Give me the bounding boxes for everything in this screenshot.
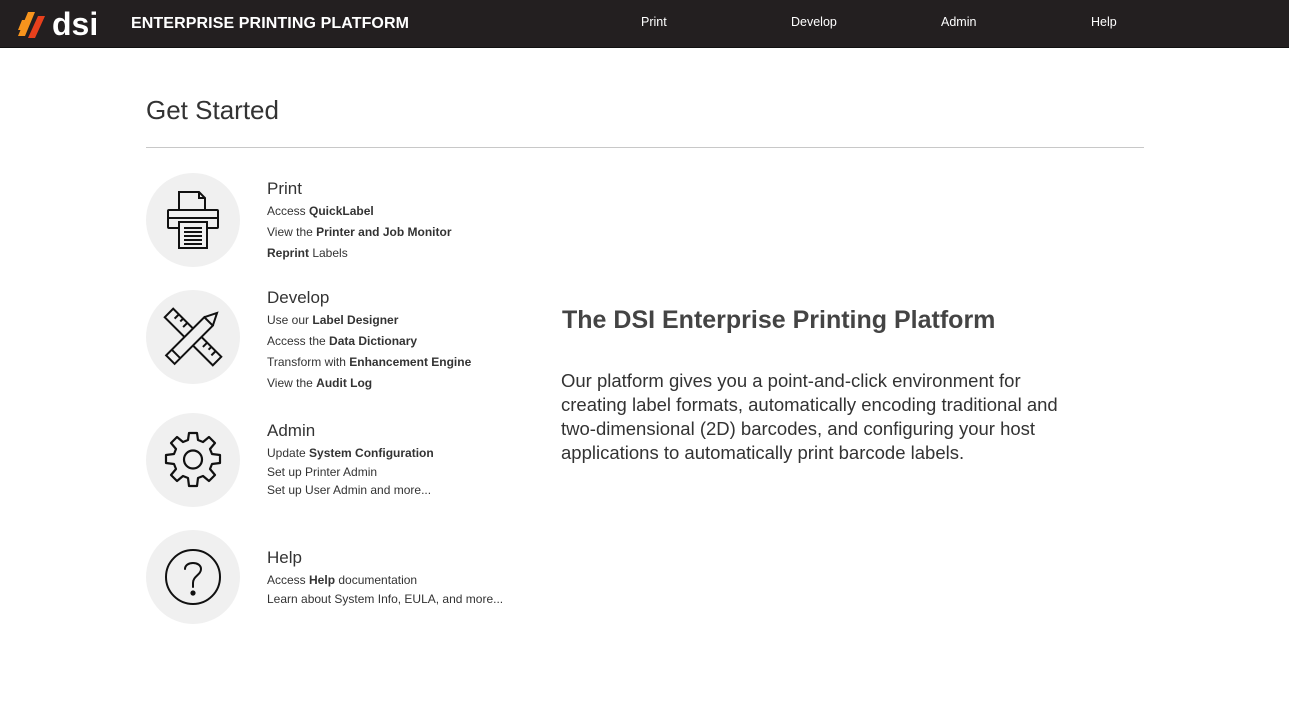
brand-title: ENTERPRISE PRINTING PLATFORM — [131, 15, 410, 32]
develop-link-label-designer[interactable]: Use our Label Designer — [267, 313, 398, 327]
print-section-title[interactable]: Print — [267, 179, 302, 199]
help-link-documentation[interactable]: Access Help documentation — [267, 573, 417, 587]
develop-section-title[interactable]: Develop — [267, 288, 329, 308]
page-title: Get Started — [146, 95, 279, 125]
help-link-system-info[interactable]: Learn about System Info, EULA, and more.… — [267, 592, 503, 606]
nav-help[interactable]: Help — [1091, 15, 1117, 29]
print-link-quicklabel[interactable]: Access QuickLabel — [267, 204, 374, 218]
help-icon-button[interactable] — [146, 530, 240, 624]
print-icon-button[interactable] — [146, 173, 240, 267]
admin-link-system-configuration[interactable]: Update System Configuration — [267, 446, 434, 460]
admin-link-printer-admin[interactable]: Set up Printer Admin — [267, 465, 377, 479]
print-link-reprint[interactable]: Reprint Labels — [267, 246, 348, 260]
gear-icon — [164, 431, 222, 488]
admin-icon-button[interactable] — [146, 413, 240, 507]
develop-link-data-dictionary[interactable]: Access the Data Dictionary — [267, 334, 417, 348]
printer-icon — [167, 191, 219, 249]
intro-body: Our platform gives you a point-and-click… — [561, 370, 1058, 463]
pencil-ruler-icon — [163, 307, 223, 367]
admin-link-user-admin[interactable]: Set up User Admin and more... — [267, 483, 431, 497]
dsi-logo-icon[interactable]: dsi — [16, 6, 112, 42]
question-icon — [165, 549, 221, 605]
print-link-job-monitor[interactable]: View the Printer and Job Monitor — [267, 225, 452, 239]
nav-print[interactable]: Print — [641, 15, 667, 29]
nav-develop[interactable]: Develop — [791, 15, 837, 29]
develop-icon-button[interactable] — [146, 290, 240, 384]
nav-admin[interactable]: Admin — [941, 15, 976, 29]
help-section-title[interactable]: Help — [267, 548, 302, 568]
admin-section-title[interactable]: Admin — [267, 421, 315, 441]
svg-text:dsi: dsi — [52, 6, 98, 42]
intro-title: The DSI Enterprise Printing Platform — [562, 306, 996, 334]
title-divider — [146, 147, 1144, 148]
top-navigation-bar: dsi ENTERPRISE PRINTING PLATFORM Print D… — [0, 0, 1289, 48]
develop-link-audit-log[interactable]: View the Audit Log — [267, 376, 372, 390]
develop-link-enhancement-engine[interactable]: Transform with Enhancement Engine — [267, 355, 471, 369]
